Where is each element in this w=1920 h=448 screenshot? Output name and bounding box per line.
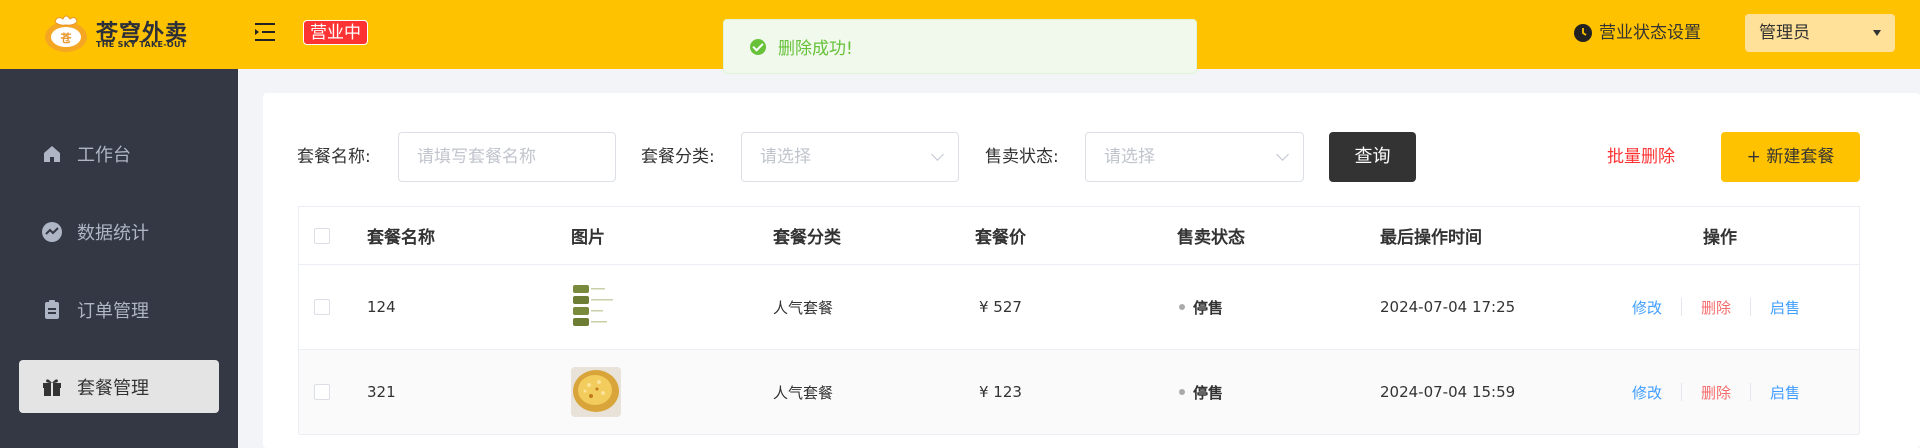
setmeal-name: 321	[367, 383, 396, 401]
status-dot-icon	[1179, 304, 1185, 310]
select-all-checkbox[interactable]	[314, 227, 330, 244]
query-button[interactable]: 查询	[1329, 132, 1416, 182]
setmeal-image-cell	[571, 350, 621, 434]
setmeal-category: 人气套餐	[773, 298, 834, 317]
divider	[1681, 298, 1683, 316]
select-placeholder: 请选择	[760, 147, 811, 167]
chevron-down-icon	[1276, 148, 1289, 161]
chef-logo-icon: 苍	[45, 15, 87, 52]
setmeal-name-label: 套餐名称:	[297, 147, 371, 167]
enable-sale-link[interactable]: 启售	[1770, 382, 1800, 403]
sidebar-item-statistics[interactable]: 数据统计	[19, 205, 219, 258]
setmeal-category-select[interactable]: 请选择	[741, 132, 959, 182]
app-logo[interactable]: 苍 苍穹外卖 THE SKY TAKE-OUT	[43, 13, 203, 53]
logo-subtitle: THE SKY TAKE-OUT	[96, 40, 187, 49]
column-header-actions: 操作	[1703, 228, 1737, 248]
status-text: 停售	[1193, 298, 1224, 317]
svg-text:苍: 苍	[60, 31, 73, 45]
delete-link[interactable]: 删除	[1701, 297, 1731, 318]
setmeal-image[interactable]	[571, 282, 621, 332]
sidebar-item-label: 套餐管理	[77, 377, 149, 399]
enable-sale-link[interactable]: 启售	[1770, 297, 1800, 318]
select-placeholder: 请选择	[1104, 147, 1155, 167]
business-status-badge: 营业中	[303, 20, 368, 45]
success-toast: 删除成功!	[723, 19, 1197, 74]
new-setmeal-button[interactable]: + 新建套餐	[1721, 132, 1860, 182]
column-header-status: 售卖状态	[1177, 228, 1245, 248]
sidebar: 工作台 数据统计 订单管理 套餐管理	[0, 69, 238, 448]
row-checkbox[interactable]	[314, 299, 330, 315]
table-header: 套餐名称 图片 套餐分类 套餐价 售卖状态 最后操作时间 操作	[299, 207, 1859, 265]
divider	[1750, 298, 1752, 316]
sidebar-item-label: 订单管理	[77, 300, 149, 322]
edit-link[interactable]: 修改	[1632, 382, 1662, 403]
setmeal-image[interactable]	[571, 367, 621, 417]
setmeal-updated-time: 2024-07-04 17:25	[1380, 298, 1516, 316]
menu-fold-icon[interactable]	[254, 21, 278, 43]
clock-icon	[1574, 24, 1592, 42]
select-all-cell	[314, 207, 330, 264]
row-select-cell	[314, 265, 330, 349]
sale-status-select[interactable]: 请选择	[1085, 132, 1304, 182]
batch-delete-button[interactable]: 批量删除	[1607, 132, 1675, 182]
divider	[1750, 383, 1752, 401]
toast-message: 删除成功!	[778, 39, 853, 59]
setmeal-table: 套餐名称 图片 套餐分类 套餐价 售卖状态 最后操作时间 操作 124 人气套餐…	[298, 206, 1860, 435]
table-row[interactable]: 321 人气套餐 ¥ 123 停售 2024-07-04 15:59 修改 删除…	[299, 350, 1859, 435]
column-header-category: 套餐分类	[773, 228, 841, 248]
column-header-name: 套餐名称	[367, 228, 435, 248]
row-select-cell	[314, 350, 330, 434]
column-header-updated: 最后操作时间	[1380, 228, 1482, 248]
setmeal-category: 人气套餐	[773, 383, 834, 402]
user-dropdown[interactable]: 管理员	[1745, 14, 1895, 52]
business-status-settings-label: 营业状态设置	[1599, 23, 1701, 43]
setmeal-name: 124	[367, 298, 396, 316]
divider	[1681, 383, 1683, 401]
setmeal-price: ¥ 123	[979, 383, 1022, 401]
success-check-icon	[750, 38, 766, 55]
chart-icon	[42, 221, 62, 242]
setmeal-price: ¥ 527	[979, 298, 1022, 316]
table-row[interactable]: 124 人气套餐 ¥ 527 停售 2024-07-04 17:25 修改 删除…	[299, 265, 1859, 350]
status-dot-icon	[1179, 389, 1185, 395]
gift-icon	[43, 378, 61, 396]
edit-link[interactable]: 修改	[1632, 297, 1662, 318]
sale-status-label: 售卖状态:	[985, 147, 1059, 167]
home-icon	[44, 145, 60, 162]
setmeal-status: 停售	[1179, 265, 1223, 349]
sidebar-item-orders[interactable]: 订单管理	[19, 283, 219, 336]
column-header-image: 图片	[571, 228, 605, 248]
clipboard-icon	[45, 299, 59, 319]
setmeal-updated-time: 2024-07-04 15:59	[1380, 383, 1516, 401]
row-actions: 修改 删除 启售	[1632, 350, 1800, 434]
delete-link[interactable]: 删除	[1701, 382, 1731, 403]
setmeal-category-label: 套餐分类:	[641, 147, 715, 167]
setmeal-status: 停售	[1179, 350, 1223, 434]
column-header-price: 套餐价	[975, 228, 1026, 248]
setmeal-name-input[interactable]	[398, 132, 616, 182]
row-actions: 修改 删除 启售	[1632, 265, 1800, 349]
sidebar-item-label: 数据统计	[77, 222, 149, 244]
status-text: 停售	[1193, 383, 1224, 402]
chevron-down-icon	[931, 148, 944, 161]
setmeal-image-cell	[571, 265, 621, 349]
row-checkbox[interactable]	[314, 384, 330, 400]
business-status-settings-link[interactable]: 营业状态设置	[1573, 20, 1701, 46]
user-name: 管理员	[1759, 23, 1810, 43]
sidebar-item-setmeal[interactable]: 套餐管理	[19, 360, 219, 413]
sidebar-item-workbench[interactable]: 工作台	[19, 127, 219, 180]
sidebar-item-label: 工作台	[77, 144, 131, 166]
caret-down-icon	[1873, 30, 1881, 36]
